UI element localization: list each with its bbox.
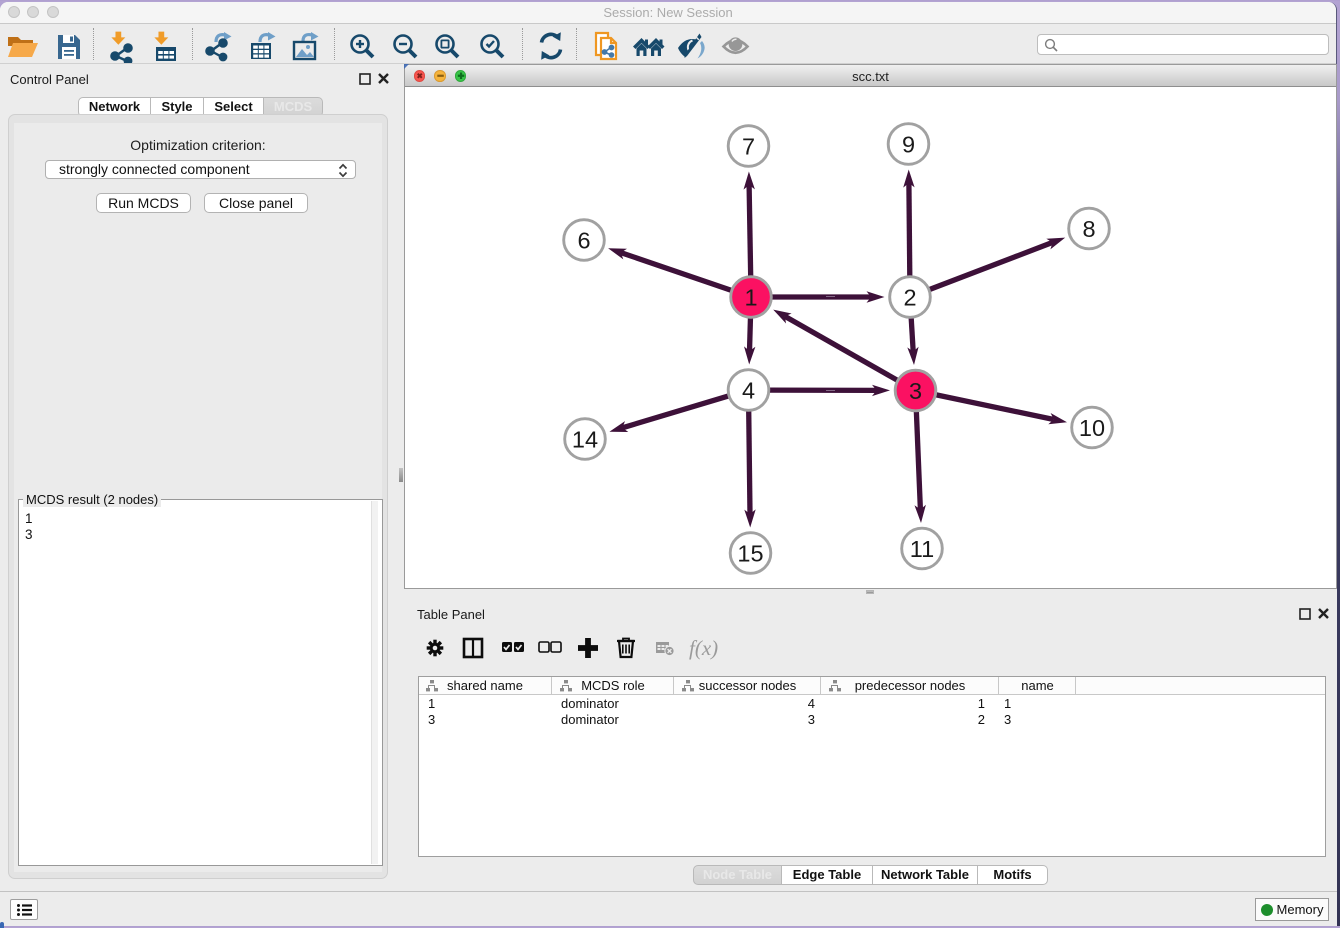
svg-text:3: 3 xyxy=(909,378,922,404)
svg-text:10: 10 xyxy=(1079,415,1105,441)
svg-text:6: 6 xyxy=(577,227,590,253)
svg-text:4: 4 xyxy=(742,377,755,403)
svg-text:8: 8 xyxy=(1082,216,1095,242)
svg-text:1: 1 xyxy=(744,284,757,310)
svg-text:f(x): f(x) xyxy=(689,636,718,660)
svg-text:9: 9 xyxy=(902,131,915,157)
svg-text:2: 2 xyxy=(903,284,916,310)
svg-text:7: 7 xyxy=(742,133,755,159)
svg-text:14: 14 xyxy=(572,426,598,452)
svg-text:15: 15 xyxy=(737,540,763,566)
svg-text:11: 11 xyxy=(910,536,934,562)
